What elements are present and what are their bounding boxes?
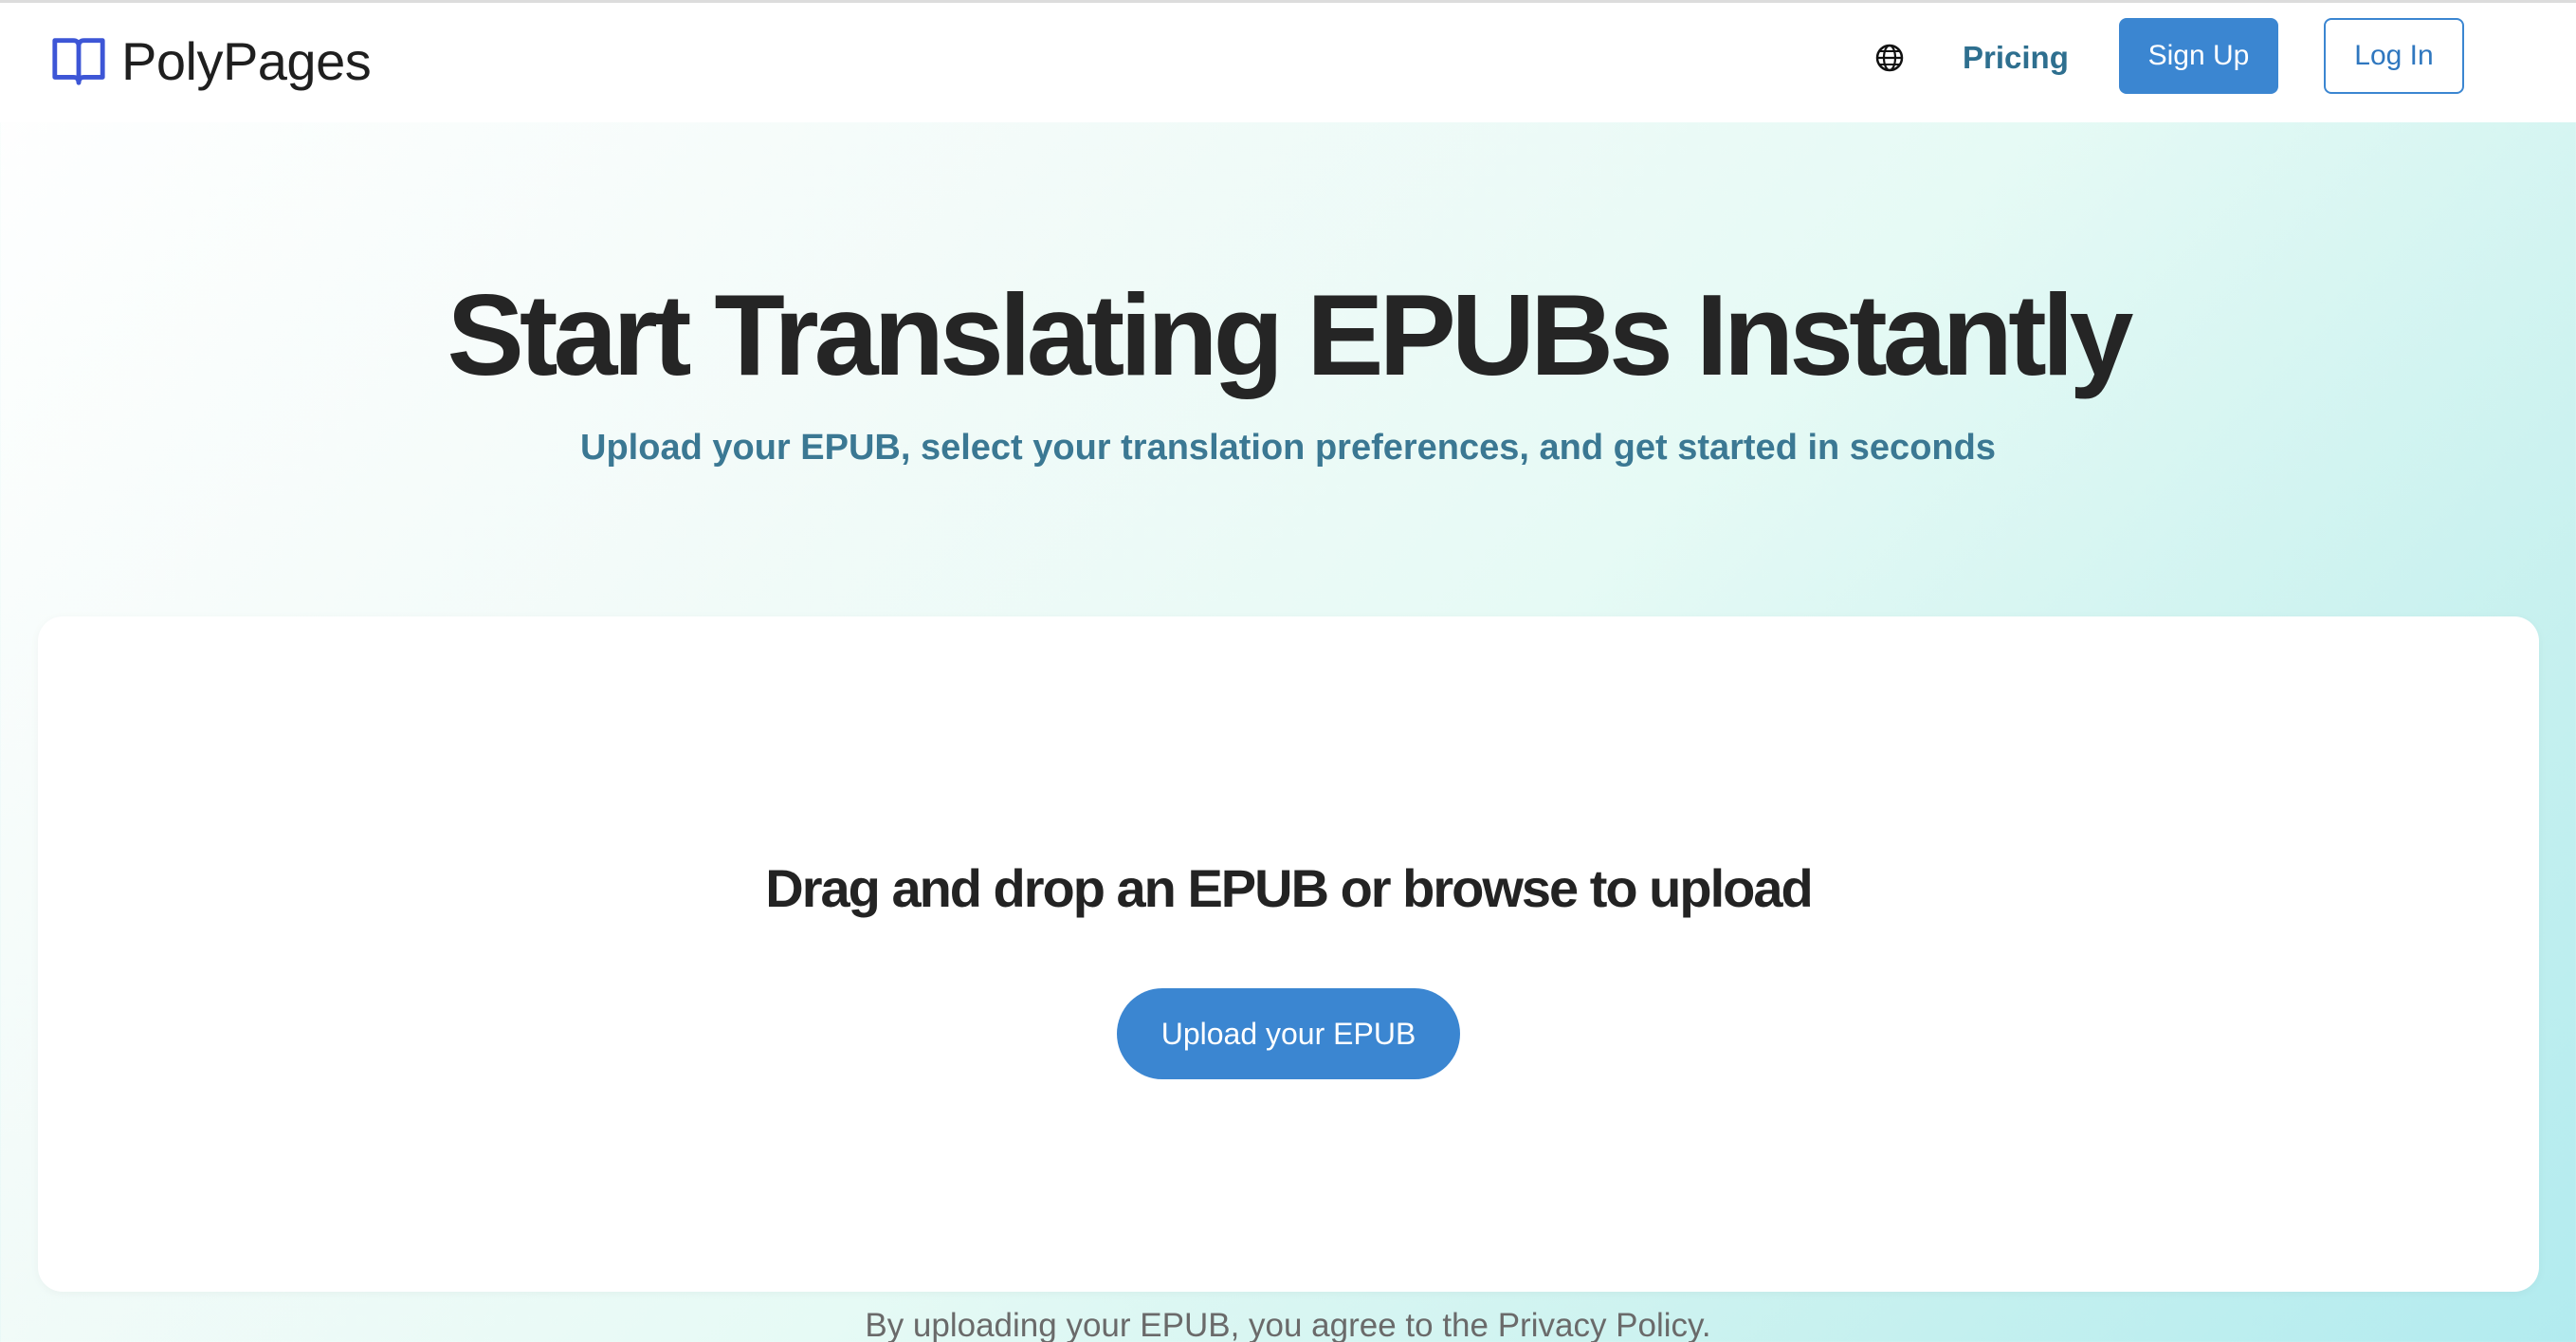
log-in-button[interactable]: Log In <box>2324 18 2464 94</box>
pricing-link[interactable]: Pricing <box>1963 29 2069 86</box>
hero-subtitle: Upload your EPUB, select your translatio… <box>580 428 1996 468</box>
top-nav: PolyPages Pricing Sign Up Log In <box>0 3 2576 122</box>
sign-up-button[interactable]: Sign Up <box>2119 18 2278 94</box>
upload-prompt: Drag and drop an EPUB or browse to uploa… <box>765 858 1813 918</box>
upload-dropzone[interactable]: Drag and drop an EPUB or browse to uploa… <box>38 616 2539 1292</box>
hero-title: Start Translating EPUBs Instantly <box>447 270 2134 399</box>
upload-epub-button[interactable]: Upload your EPUB <box>1117 988 1460 1079</box>
open-book-icon <box>52 38 105 85</box>
globe-icon[interactable] <box>1873 41 1907 75</box>
privacy-agreement-text: By uploading your EPUB, you agree to the… <box>865 1307 1711 1342</box>
brand-logo[interactable]: PolyPages <box>49 28 372 94</box>
brand-name: PolyPages <box>121 30 372 91</box>
